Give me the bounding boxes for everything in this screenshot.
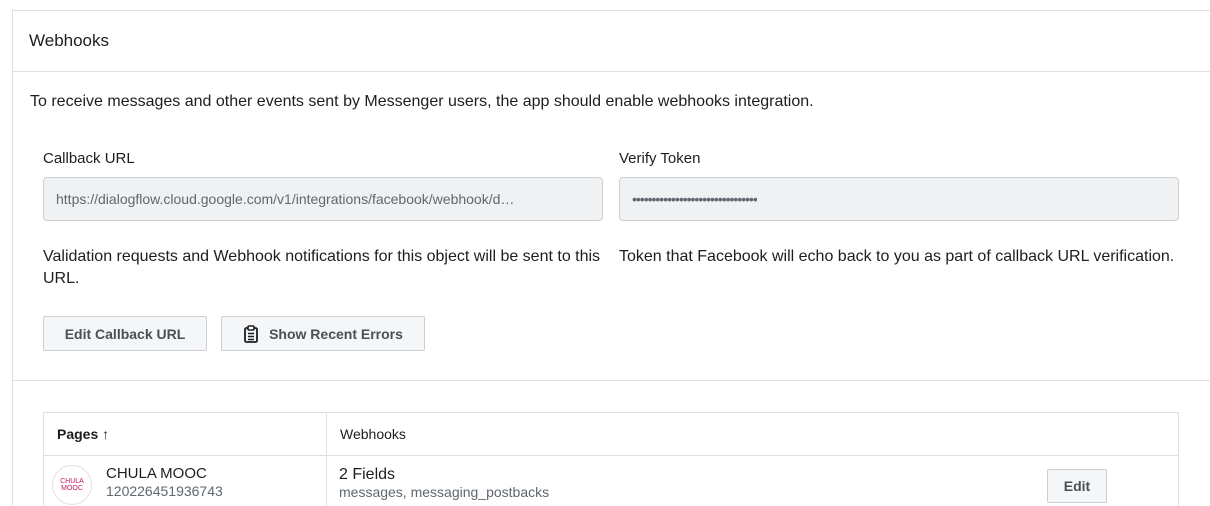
verify-token-field[interactable]: ••••••••••••••••••••••••••••••••: [619, 177, 1179, 221]
show-recent-errors-label: Show Recent Errors: [269, 325, 403, 342]
callback-url-label: Callback URL: [43, 150, 135, 167]
page-name: CHULA MOOC: [106, 465, 207, 482]
avatar: CHULA MOOC: [52, 465, 92, 505]
edit-callback-url-label: Edit Callback URL: [64, 325, 186, 342]
panel-title: Webhooks: [13, 11, 1210, 72]
table-header-row: Pages ↑ Webhooks: [44, 413, 1178, 456]
edit-webhook-button[interactable]: Edit: [1047, 469, 1107, 503]
callback-url-value: https://dialogflow.cloud.google.com/v1/i…: [56, 191, 515, 207]
pages-webhooks-table: Pages ↑ Webhooks CHULA MOOC CHULA MOOC 1…: [43, 412, 1179, 506]
show-recent-errors-button[interactable]: Show Recent Errors: [221, 316, 425, 351]
callback-url-help: Validation requests and Webhook notifica…: [43, 248, 601, 287]
page-cell: CHULA MOOC CHULA MOOC 120226451936743: [44, 456, 327, 506]
avatar-logo-text: CHULA MOOC: [60, 478, 84, 492]
edit-callback-url-button[interactable]: Edit Callback URL: [43, 316, 207, 351]
pages-column-header[interactable]: Pages ↑: [44, 413, 327, 455]
section-divider: [12, 380, 1210, 381]
verify-token-help: Token that Facebook will echo back to yo…: [619, 248, 1175, 265]
clipboard-icon: [243, 324, 259, 343]
intro-text: To receive messages and other events sen…: [30, 93, 814, 110]
verify-token-value: ••••••••••••••••••••••••••••••••: [632, 191, 757, 207]
webhooks-cell: 2 Fields messages, messaging_postbacks E…: [327, 456, 1178, 506]
page-id: 120226451936743: [106, 483, 223, 499]
table-row: CHULA MOOC CHULA MOOC 120226451936743 2 …: [44, 456, 1178, 506]
webhooks-column-header: Webhooks: [340, 426, 406, 442]
callback-url-field[interactable]: https://dialogflow.cloud.google.com/v1/i…: [43, 177, 603, 221]
verify-token-label: Verify Token: [619, 150, 701, 167]
